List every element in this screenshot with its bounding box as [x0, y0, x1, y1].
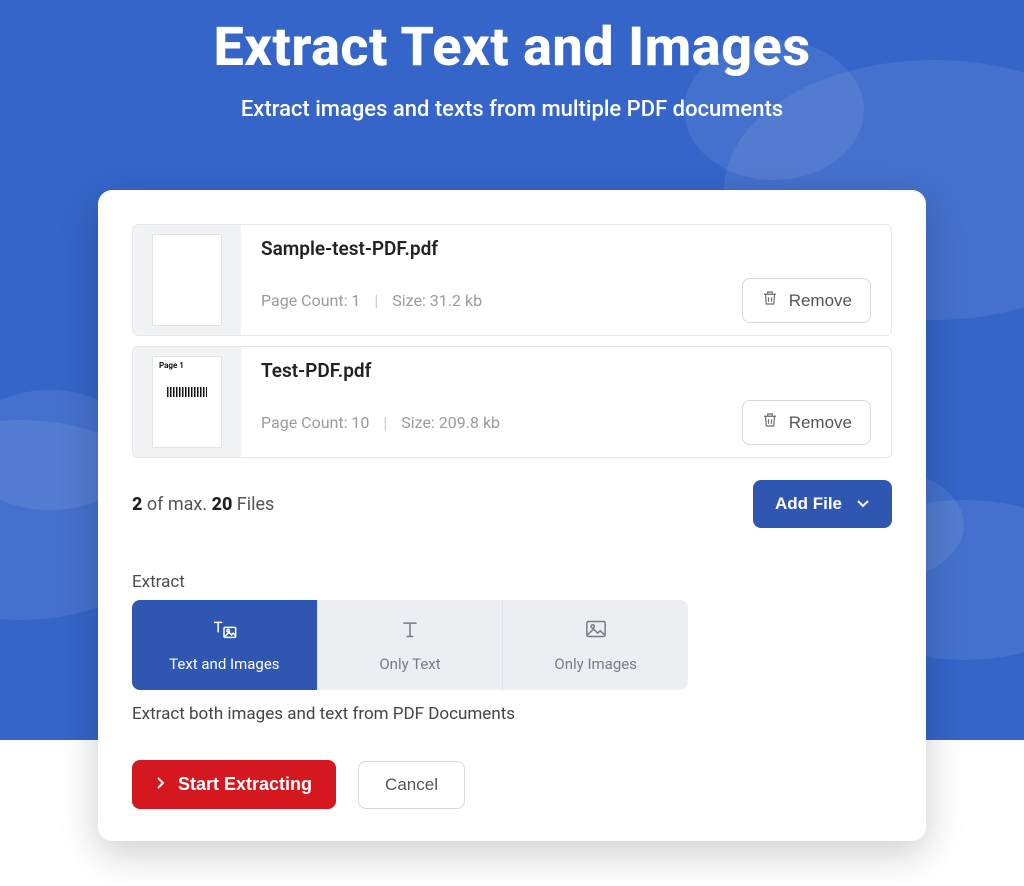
file-size: Size: 31.2 kb [392, 291, 482, 310]
cancel-label: Cancel [385, 775, 438, 794]
extract-card: Sample-test-PDF.pdf Page Count: 1 | Size… [98, 190, 926, 841]
extract-section-label: Extract [132, 572, 892, 592]
file-status-row: 2 of max. 20 Files Add File [132, 480, 892, 528]
file-name: Sample-test-PDF.pdf [261, 237, 871, 260]
add-file-label: Add File [775, 494, 842, 514]
file-size: Size: 209.8 kb [401, 413, 500, 432]
chevron-right-icon [156, 774, 166, 795]
trash-icon [761, 289, 779, 312]
file-count-status: 2 of max. 20 Files [132, 494, 274, 515]
thumbnail-page-label: Page 1 [159, 361, 184, 370]
action-row: Start Extracting Cancel [132, 760, 892, 809]
remove-file-button[interactable]: Remove [742, 278, 871, 323]
extract-mode-segmented: Text and Images Only Text [132, 600, 688, 690]
extract-option-label: Only Text [379, 655, 440, 673]
remove-file-button[interactable]: Remove [742, 400, 871, 445]
file-page-count: Page Count: 10 [261, 413, 369, 432]
remove-label: Remove [789, 291, 852, 311]
file-meta: Page Count: 1 | Size: 31.2 kb [261, 291, 482, 310]
cloud-decoration [684, 40, 864, 180]
file-thumbnail: Page 1 [133, 347, 241, 457]
file-name: Test-PDF.pdf [261, 359, 871, 382]
file-meta: Page Count: 10 | Size: 209.8 kb [261, 413, 500, 432]
text-icon [395, 617, 425, 645]
barcode-icon [167, 387, 207, 397]
extract-option-text-and-images[interactable]: Text and Images [132, 600, 317, 690]
trash-icon [761, 411, 779, 434]
file-page-count: Page Count: 1 [261, 291, 360, 310]
cancel-button[interactable]: Cancel [358, 761, 465, 809]
text-image-icon [209, 617, 239, 645]
extract-option-label: Text and Images [169, 655, 279, 673]
start-extracting-label: Start Extracting [178, 774, 312, 795]
extract-mode-description: Extract both images and text from PDF Do… [132, 704, 892, 724]
extract-option-label: Only Images [554, 655, 637, 673]
file-thumbnail [133, 225, 241, 335]
file-row: Sample-test-PDF.pdf Page Count: 1 | Size… [132, 224, 892, 336]
add-file-button[interactable]: Add File [753, 480, 892, 528]
image-icon [581, 617, 611, 645]
remove-label: Remove [789, 413, 852, 433]
chevron-down-icon [856, 494, 870, 514]
extract-option-only-images[interactable]: Only Images [502, 600, 688, 690]
hero-banner: Extract Text and Images Extract images a… [0, 0, 1024, 740]
file-row: Page 1 Test-PDF.pdf Page Count: 10 | Siz… [132, 346, 892, 458]
start-extracting-button[interactable]: Start Extracting [132, 760, 336, 809]
extract-option-only-text[interactable]: Only Text [317, 600, 503, 690]
